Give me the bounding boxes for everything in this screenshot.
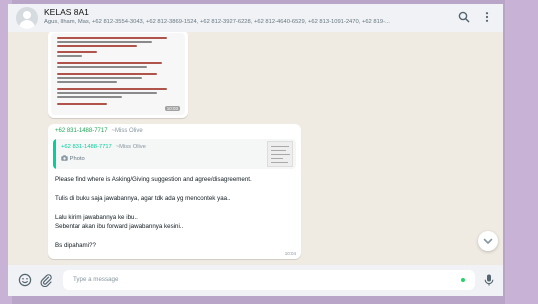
chat-header[interactable]: KELAS 8A1 Agus, Ilham, Mas, +62 812-3554… — [8, 4, 503, 33]
camera-icon — [61, 155, 70, 162]
attach-icon[interactable] — [39, 273, 53, 288]
message-composer: Type a message — [8, 265, 503, 296]
message-sender[interactable]: +62 831-1488-7717 ~Miss Olive — [55, 128, 143, 134]
scroll-down-button[interactable] — [478, 231, 498, 251]
background-right — [505, 0, 538, 304]
status-dot — [461, 278, 465, 282]
menu-icon[interactable] — [480, 10, 494, 24]
document-photo[interactable]: 10:03 — [51, 33, 185, 115]
quoted-thumbnail — [267, 141, 293, 167]
sender-number[interactable]: +62 831-1488-7717 — [55, 128, 108, 134]
message-line: Sebentar akan ibu forward jawabannya kes… — [55, 223, 184, 230]
message-line: Please find where is Asking/Giving sugge… — [55, 176, 252, 183]
message-line: Tulis di buku saja jawabannya, agar tdk … — [55, 195, 231, 202]
participants-list: Agus, Ilham, Mas, +62 812-3554-3043, +62… — [44, 19, 390, 25]
mic-icon[interactable] — [482, 273, 496, 287]
quoted-message[interactable]: +62 831-1488-7717 ~Miss Olive Photo — [53, 139, 296, 169]
group-avatar[interactable] — [16, 7, 38, 29]
search-icon[interactable] — [457, 10, 471, 24]
text-message[interactable]: +62 831-1488-7717 ~Miss Olive +62 831-148… — [48, 124, 301, 259]
message-input-placeholder: Type a message — [73, 276, 119, 283]
message-timestamp: 10:04 — [284, 251, 296, 256]
message-input[interactable]: Type a message — [63, 270, 475, 290]
quoted-sender: +62 831-1488-7717 ~Miss Olive — [61, 144, 146, 150]
message-line: Bs dipahami?? — [55, 242, 96, 249]
quote-bar — [53, 139, 56, 169]
chevron-down-icon — [478, 238, 498, 255]
chat-title: KELAS 8A1 — [44, 7, 89, 17]
image-message[interactable]: 10:03 — [48, 32, 188, 118]
message-line: Lalu kirim jawabannya ke ibu.. — [55, 214, 138, 221]
whatsapp-window: KELAS 8A1 Agus, Ilham, Mas, +62 812-3554… — [0, 0, 538, 304]
message-list[interactable]: 10:03 +62 831-1488-7717 ~Miss Olive +62 8… — [8, 32, 503, 265]
image-timestamp: 10:03 — [164, 106, 180, 111]
emoji-icon[interactable] — [18, 273, 32, 287]
sender-alias: ~Miss Olive — [111, 128, 143, 134]
quoted-type: Photo — [61, 155, 85, 162]
